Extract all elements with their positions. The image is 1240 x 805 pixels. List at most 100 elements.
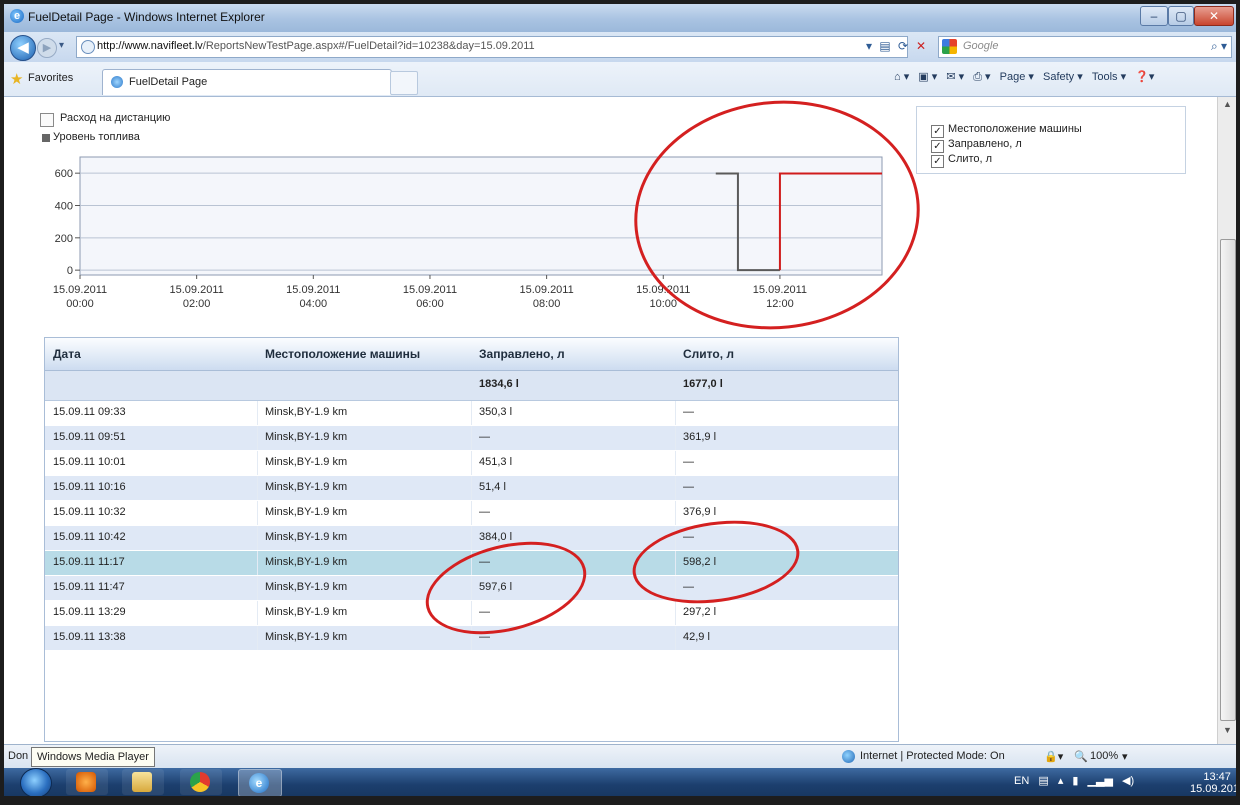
x-tick-label-time: 04:00 (300, 298, 328, 310)
vertical-scrollbar[interactable]: ▲ ▼ (1217, 97, 1236, 744)
cell-location: Minsk,BY-1.9 km (265, 606, 348, 618)
cell-date: 15.09.11 13:38 (53, 631, 126, 643)
table-row[interactable]: 15.09.11 10:16 Minsk,BY-1.9 km 51,4 l — (45, 476, 898, 501)
col-header-date[interactable]: Дата (53, 347, 81, 361)
tab-fueldetail[interactable]: FuelDetail Page (102, 69, 392, 95)
window-title: FuelDetail Page - Windows Internet Explo… (28, 10, 265, 24)
zoom-level[interactable]: 100% (1090, 750, 1118, 762)
x-tick-label-time: 06:00 (416, 298, 444, 310)
zoom-icon: 🔍 (1074, 751, 1088, 763)
column-divider (257, 501, 258, 525)
checkbox-checked-icon[interactable]: ✓ (931, 140, 944, 153)
volume-icon[interactable]: ◀) (1122, 775, 1134, 787)
minimize-button[interactable]: – (1140, 6, 1168, 26)
signal-icon[interactable]: ▁▃▅ (1088, 775, 1113, 787)
internet-zone-icon (842, 750, 855, 763)
checkbox-checked-icon[interactable]: ✓ (931, 125, 944, 138)
cell-location: Minsk,BY-1.9 km (265, 506, 348, 518)
x-tick-label-time: 00:00 (66, 298, 94, 310)
distance-consumption-checkbox[interactable] (40, 113, 54, 127)
taskbar-media-player[interactable] (66, 769, 108, 795)
cell-date: 15.09.11 10:42 (53, 531, 126, 543)
cell-drained: — (683, 406, 694, 418)
table-row[interactable]: 15.09.11 10:01 Minsk,BY-1.9 km 451,3 l — (45, 451, 898, 476)
protected-mode-icon[interactable]: 🔒▾ (1044, 750, 1063, 763)
taskbar-explorer[interactable] (122, 769, 164, 795)
y-tick-label: 400 (55, 200, 73, 212)
toggle-refueled[interactable]: ✓ Заправлено, л (931, 138, 1022, 154)
back-button[interactable]: ◀ (10, 35, 36, 61)
new-tab-button[interactable] (390, 71, 418, 95)
cell-refueled: — (479, 431, 490, 443)
column-divider (471, 526, 472, 550)
table-row[interactable]: 15.09.11 09:51 Minsk,BY-1.9 km — 361,9 l (45, 426, 898, 451)
column-divider (257, 551, 258, 575)
scroll-down-icon[interactable]: ▼ (1220, 725, 1235, 740)
system-tray: EN ▤ ▴ ▮ ▁▃▅ ◀) (1014, 774, 1134, 787)
show-hidden-icons-icon[interactable]: ▴ (1058, 775, 1064, 787)
compat-view-icon[interactable]: ▤ (876, 36, 894, 56)
col-header-location[interactable]: Местоположение машины (265, 347, 420, 361)
table-row[interactable]: 15.09.11 10:32 Minsk,BY-1.9 km — 376,9 l (45, 501, 898, 526)
scroll-thumb[interactable] (1220, 239, 1236, 721)
column-divider (471, 451, 472, 475)
cell-date: 15.09.11 11:47 (53, 581, 125, 593)
cell-location: Minsk,BY-1.9 km (265, 556, 348, 568)
toggle-drained[interactable]: ✓ Слито, л (931, 153, 992, 169)
network-icon[interactable]: ▮ (1072, 775, 1078, 787)
scroll-up-icon[interactable]: ▲ (1220, 99, 1235, 114)
address-bar[interactable]: http://www.navifleet.lv/ReportsNewTestPa… (76, 36, 908, 58)
column-divider (675, 501, 676, 525)
refresh-icon[interactable]: ⟳ (894, 36, 912, 56)
security-zone[interactable]: Internet | Protected Mode: On (860, 750, 1005, 762)
safety-menu[interactable]: Safety ▾ (1043, 71, 1083, 83)
col-header-refueled[interactable]: Заправлено, л (479, 347, 565, 361)
toggle-location[interactable]: ✓ Местоположение машины (931, 123, 1082, 139)
clock[interactable]: 13:47 15.09.2011 (1190, 771, 1236, 795)
start-button[interactable] (20, 768, 52, 796)
search-icon[interactable]: ⌕ ▾ (1211, 39, 1227, 54)
y-tick-label: 600 (55, 168, 73, 180)
column-divider (257, 601, 258, 625)
keyboard-icon[interactable]: ▤ (1038, 775, 1048, 787)
y-tick-label: 0 (67, 265, 73, 277)
forward-button[interactable]: ▶ (37, 38, 57, 58)
column-divider (471, 401, 472, 425)
totals-row: 1834,6 l 1677,0 l (45, 371, 898, 401)
ie-icon: e (10, 9, 24, 23)
cell-date: 15.09.11 09:51 (53, 431, 126, 443)
column-divider (257, 576, 258, 600)
mail-icon[interactable]: ✉ ▾ (946, 71, 964, 83)
maximize-button[interactable]: ▢ (1168, 6, 1194, 26)
help-icon[interactable]: ❓▾ (1135, 71, 1154, 83)
home-icon[interactable]: ⌂ ▾ (894, 71, 909, 83)
cell-date: 15.09.11 13:29 (53, 606, 126, 618)
taskbar: e EN ▤ ▴ ▮ ▁▃▅ ◀) 13:47 15.09.2011 (4, 768, 1236, 796)
page-menu[interactable]: Page ▾ (1000, 71, 1034, 83)
google-logo-icon (942, 39, 957, 54)
table-row[interactable]: 15.09.11 09:33 Minsk,BY-1.9 km 350,3 l — (45, 401, 898, 426)
print-icon[interactable]: ⎙ ▾ (973, 71, 990, 83)
history-dropdown-icon[interactable]: ▾ (59, 40, 64, 51)
zoom-dropdown-icon[interactable]: ▾ (1122, 750, 1128, 763)
language-indicator[interactable]: EN (1014, 775, 1029, 787)
taskbar-internet-explorer[interactable]: e (238, 769, 282, 796)
col-header-drained[interactable]: Слито, л (683, 347, 734, 361)
stop-icon[interactable]: ✕ (912, 36, 930, 56)
search-field[interactable]: Google ⌕ ▾ (938, 36, 1232, 58)
y-tick-label: 200 (55, 233, 73, 245)
close-button[interactable]: ✕ (1194, 6, 1234, 26)
taskbar-chrome[interactable] (180, 769, 222, 795)
cell-refueled: — (479, 506, 490, 518)
feeds-icon[interactable]: ▣ ▾ (918, 71, 937, 83)
cell-date: 15.09.11 09:33 (53, 406, 126, 418)
clock-date: 15.09.2011 (1190, 783, 1236, 795)
x-tick-label-date: 15.09.2011 (286, 284, 340, 296)
column-divider (471, 476, 472, 500)
checkbox-checked-icon[interactable]: ✓ (931, 155, 944, 168)
tools-menu[interactable]: Tools ▾ (1092, 71, 1126, 83)
cell-refueled: 384,0 l (479, 531, 513, 543)
favorites-bar: ★ Favorites FuelDetail Page ⌂ ▾ ▣ ▾ ✉ ▾ … (4, 62, 1236, 97)
favorites-button[interactable]: Favorites (28, 72, 73, 84)
favorites-star-icon[interactable]: ★ (10, 70, 23, 88)
